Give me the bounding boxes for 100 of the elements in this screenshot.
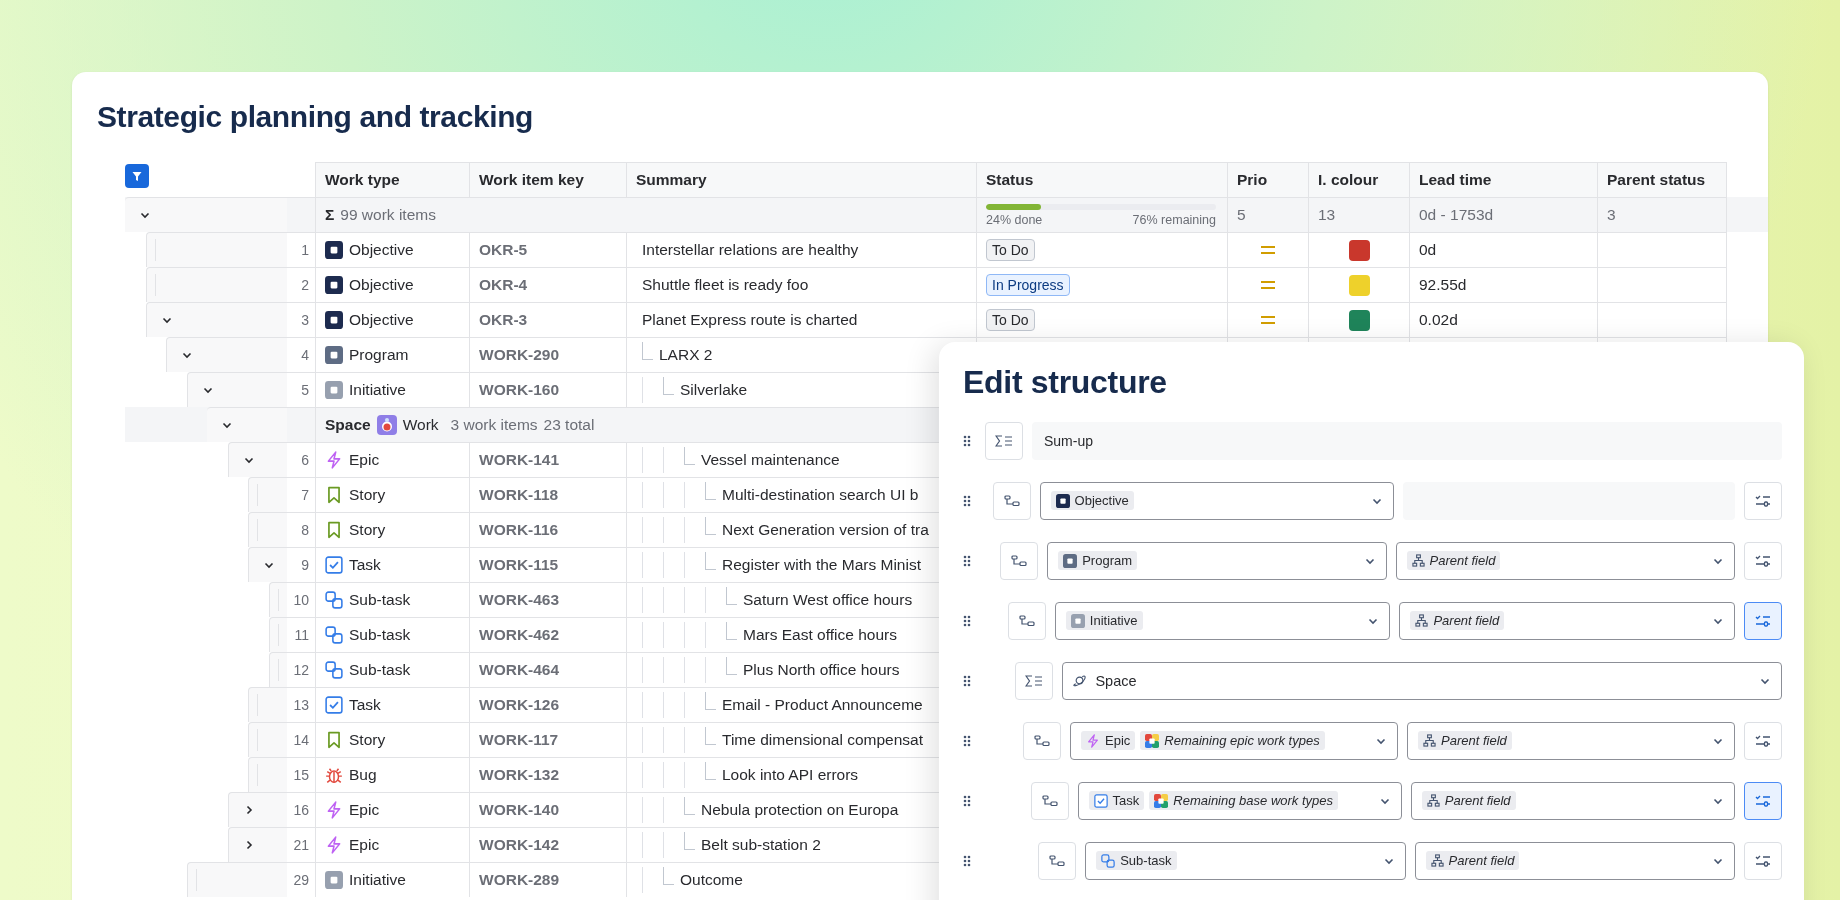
summary-text: Plus North office hours xyxy=(743,661,900,679)
drag-handle-icon[interactable] xyxy=(963,614,971,627)
hierarchy-mode-button[interactable] xyxy=(1007,601,1046,640)
relation-tag: Parent field xyxy=(1421,791,1516,810)
relation-dropdown[interactable]: Parent field xyxy=(1410,781,1735,820)
column-header[interactable]: Prio xyxy=(1227,162,1308,197)
relation-dropdown[interactable]: Parent field xyxy=(1407,721,1735,760)
work-type-dropdown[interactable]: Task Remaining base work types xyxy=(1077,781,1402,820)
page-title: Strategic planning and tracking xyxy=(97,100,534,135)
work-item-key[interactable]: OKR-4 xyxy=(479,276,528,294)
work-item-key[interactable]: WORK-117 xyxy=(479,731,559,749)
work-item-key[interactable]: OKR-5 xyxy=(479,241,528,259)
work-type-dropdown[interactable]: Initiative xyxy=(1054,601,1391,640)
column-header[interactable]: I. colour xyxy=(1308,162,1409,197)
parent-status-sum: 3 xyxy=(1607,206,1616,224)
work-type-dropdown[interactable]: Epic Remaining epic work types xyxy=(1070,721,1398,760)
column-header[interactable]: Lead time xyxy=(1409,162,1597,197)
relation-dropdown[interactable]: Parent field xyxy=(1399,601,1735,640)
work-item-count: 3 work items xyxy=(450,416,538,434)
work-type-dropdown[interactable]: Sub-task xyxy=(1085,841,1406,880)
status-lozenge[interactable]: To Do xyxy=(986,239,1035,261)
settings-button[interactable] xyxy=(1744,601,1782,640)
row-number: 15 xyxy=(293,767,309,783)
summary-text: Saturn West office hours xyxy=(743,591,913,609)
initiative-icon xyxy=(1070,613,1085,628)
row-number: 8 xyxy=(301,522,309,538)
row-number: 14 xyxy=(293,732,309,748)
lead-time: 0d xyxy=(1419,241,1437,259)
filter-button[interactable] xyxy=(125,164,149,188)
row-number: 2 xyxy=(301,277,309,293)
work-type-dropdown[interactable]: Objective xyxy=(1039,481,1394,520)
hierarchy-mode-button[interactable] xyxy=(1030,781,1069,820)
hierarchy-mode-button[interactable] xyxy=(1038,841,1077,880)
hierarchy-mode-button[interactable] xyxy=(1000,541,1039,580)
work-type: Story xyxy=(349,731,386,749)
row-number: 9 xyxy=(301,557,309,573)
work-type-tag: Sub-task xyxy=(1096,851,1177,870)
drag-handle-icon[interactable] xyxy=(963,434,971,447)
work-item-key[interactable]: WORK-141 xyxy=(479,451,560,469)
work-item-key[interactable]: OKR-3 xyxy=(479,311,528,329)
lead-time-range: 0d - 1753d xyxy=(1419,206,1494,224)
objective-icon xyxy=(1055,493,1070,508)
work-item-key[interactable]: WORK-140 xyxy=(479,801,560,819)
settings-button[interactable] xyxy=(1744,781,1782,820)
drag-handle-icon[interactable] xyxy=(963,554,971,567)
status-lozenge[interactable]: To Do xyxy=(986,309,1035,331)
hierarchy-mode-button[interactable] xyxy=(1023,721,1061,760)
work-item-key[interactable]: WORK-160 xyxy=(479,381,560,399)
grouping-dropdown[interactable]: Space xyxy=(1062,661,1782,700)
column-header[interactable]: Work item key xyxy=(469,162,626,197)
column-header[interactable]: Summary xyxy=(626,162,976,197)
drag-handle-icon[interactable] xyxy=(963,674,971,687)
filter-icon xyxy=(132,170,142,182)
hierarchy-icon xyxy=(1426,794,1440,807)
sum-list-icon xyxy=(995,434,1013,447)
settings-sliders-icon xyxy=(1755,493,1771,508)
work-item-key[interactable]: WORK-118 xyxy=(479,486,559,504)
relation-tag: Parent field xyxy=(1418,731,1512,750)
total-count: 23 total xyxy=(543,416,595,434)
done-percentage: 24% done xyxy=(986,212,1043,227)
summary-text: LARX 2 xyxy=(659,346,713,364)
row-number: 7 xyxy=(301,487,309,503)
relation-tag: Parent field xyxy=(1425,851,1520,870)
work-item-key[interactable]: WORK-290 xyxy=(479,346,560,364)
hierarchy-mode-button[interactable] xyxy=(992,481,1031,520)
work-item-key[interactable]: WORK-116 xyxy=(479,521,559,539)
space-name: Work xyxy=(402,416,439,434)
work-type-tag: Epic xyxy=(1081,731,1136,750)
remaining-percentage: 76% remaining xyxy=(1132,212,1216,227)
work-item-key[interactable]: WORK-126 xyxy=(479,696,560,714)
relation-tag: Parent field xyxy=(1406,551,1501,570)
work-item-key[interactable]: WORK-142 xyxy=(479,836,560,854)
summary-text: Multi-destination search UI b xyxy=(722,486,919,504)
drag-handle-icon[interactable] xyxy=(963,854,971,867)
drag-handle-icon[interactable] xyxy=(963,734,971,747)
relation-dropdown[interactable]: Parent field xyxy=(1395,541,1735,580)
status-lozenge[interactable]: In Progress xyxy=(986,274,1070,296)
work-item-key[interactable]: WORK-115 xyxy=(479,556,559,574)
work-type: Objective xyxy=(349,276,414,294)
column-header[interactable]: Status xyxy=(976,162,1227,197)
relation-dropdown[interactable]: Parent field xyxy=(1414,841,1735,880)
work-item-key[interactable]: WORK-464 xyxy=(479,661,560,679)
work-item-key[interactable]: WORK-289 xyxy=(479,871,560,889)
planet-icon xyxy=(1073,674,1087,687)
work-item-key[interactable]: WORK-462 xyxy=(479,626,560,644)
sum-up-field[interactable]: Sum-up xyxy=(1032,421,1782,460)
work-item-key[interactable]: WORK-463 xyxy=(479,591,560,609)
work-type-dropdown[interactable]: Program xyxy=(1047,541,1387,580)
drag-handle-icon[interactable] xyxy=(963,494,971,507)
sum-symbol: Σ xyxy=(325,206,335,224)
hierarchy-icon xyxy=(1411,554,1425,567)
summary-text: Email - Product Announceme xyxy=(722,696,923,714)
drag-handle-icon[interactable] xyxy=(963,794,971,807)
program-icon xyxy=(1063,553,1078,568)
column-header[interactable]: Work type xyxy=(315,162,469,197)
row-number: 13 xyxy=(293,697,309,713)
grouping-label: Space xyxy=(1095,672,1137,689)
prio-sum: 5 xyxy=(1237,206,1246,224)
work-item-key[interactable]: WORK-132 xyxy=(479,766,560,784)
column-header[interactable]: Parent status xyxy=(1597,162,1727,197)
